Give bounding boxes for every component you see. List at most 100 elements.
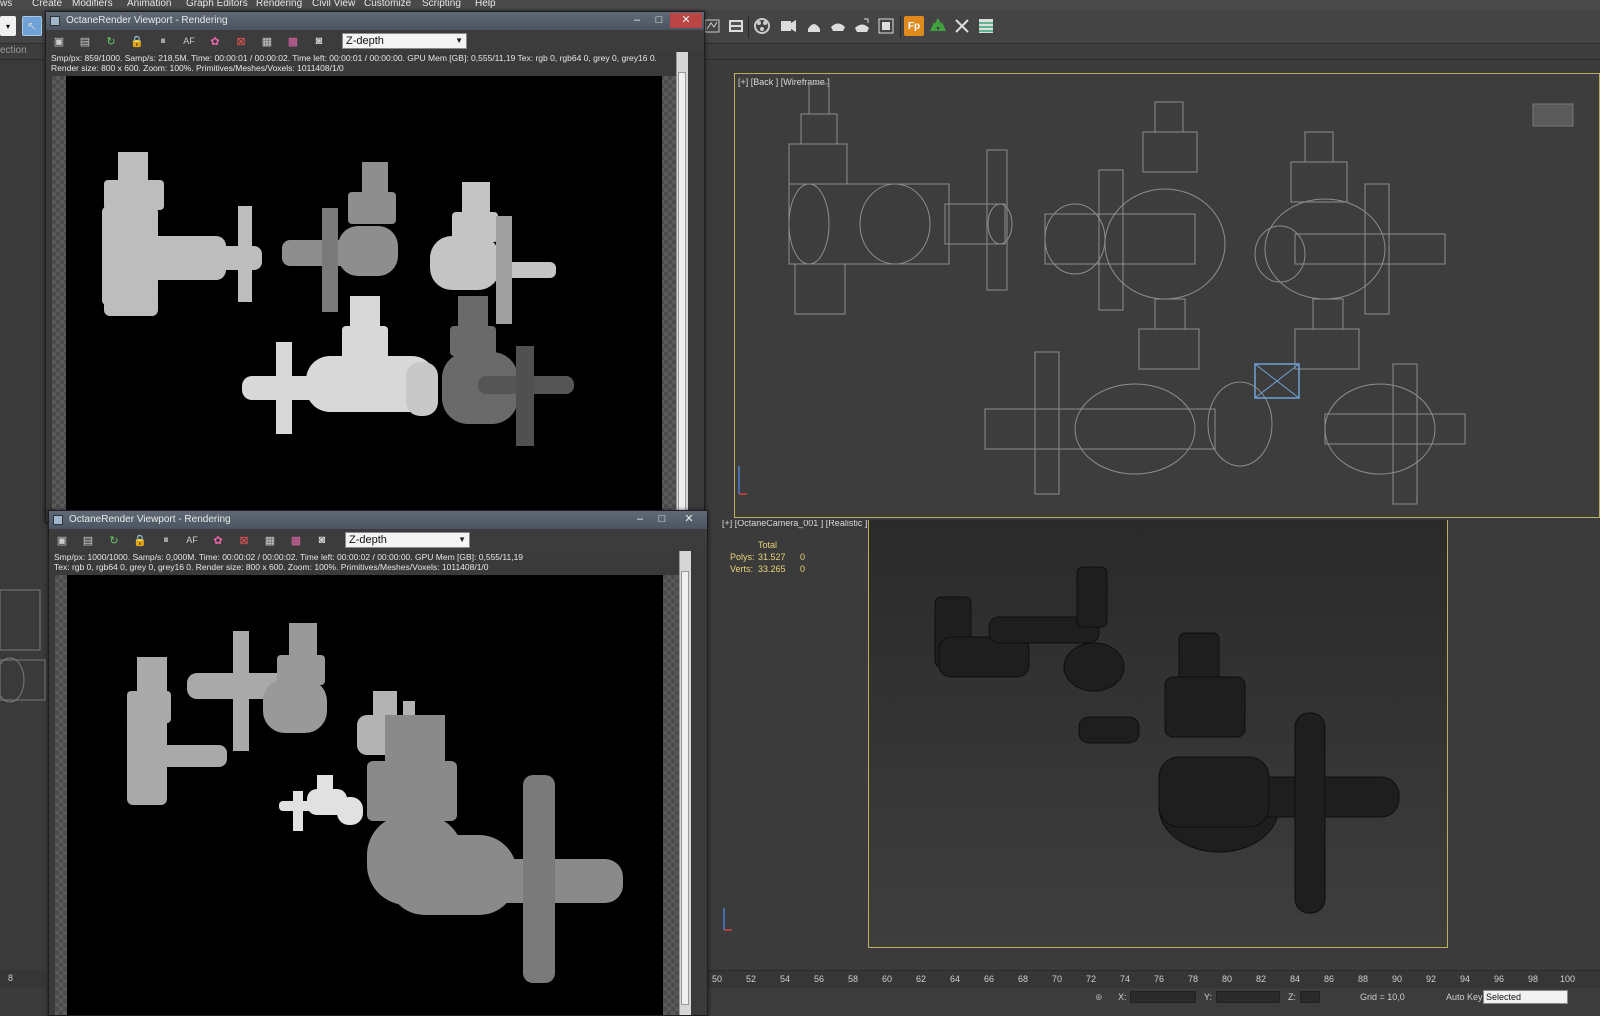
timeline-tick: 58 bbox=[848, 974, 859, 984]
menu-item-scripting[interactable]: Scripting bbox=[422, 0, 461, 9]
shaded-valves-scene bbox=[934, 566, 1400, 914]
curve-editor-icon[interactable] bbox=[702, 16, 722, 36]
timeline-tick: 70 bbox=[1052, 974, 1063, 984]
coord-z-field[interactable] bbox=[1300, 991, 1320, 1003]
restart-render-icon[interactable]: ↻ bbox=[103, 33, 119, 49]
tree-plugin-icon[interactable] bbox=[928, 16, 948, 36]
menu-item-ws[interactable]: ws bbox=[0, 0, 12, 9]
menu-item-rendering[interactable]: Rendering bbox=[256, 0, 302, 9]
timeline-tick: 74 bbox=[1120, 974, 1131, 984]
timeline-tick: 72 bbox=[1086, 974, 1097, 984]
viewcube-icon[interactable] bbox=[1532, 103, 1574, 127]
region-render-icon[interactable]: ⊠ bbox=[236, 532, 252, 548]
menu-item-civil-view[interactable]: Civil View bbox=[312, 0, 355, 9]
timeline-tick: 68 bbox=[1018, 974, 1029, 984]
focus-pick-icon[interactable]: AF bbox=[181, 33, 197, 49]
pause-icon[interactable]: ⏸ bbox=[155, 33, 171, 49]
coord-z-label: Z: bbox=[1288, 992, 1296, 1002]
camera-realistic-viewport[interactable]: [+] [OctaneCamera_001 ] [Realistic ] Tot… bbox=[710, 520, 1600, 970]
render-production-icon[interactable] bbox=[828, 16, 848, 36]
region-render-icon[interactable]: ⊠ bbox=[233, 33, 249, 49]
timeline-tick: 100 bbox=[1560, 974, 1576, 984]
render-kernel-select[interactable]: Z-depth ▼ bbox=[342, 33, 467, 49]
viewport-label[interactable]: [+] [OctaneCamera_001 ] [Realistic ] bbox=[722, 520, 867, 528]
verts-label: Verts: bbox=[730, 564, 754, 574]
key-filter-select[interactable]: Selected bbox=[1483, 990, 1568, 1004]
color-picker-icon[interactable]: ✿ bbox=[207, 33, 223, 49]
menu-item-create[interactable]: Create bbox=[32, 0, 62, 9]
octane-viewport-window-top[interactable]: OctaneRender Viewport - Rendering – □ ✕ … bbox=[45, 11, 705, 523]
camera-icon[interactable]: ◙ bbox=[311, 33, 327, 49]
maximize-button[interactable]: □ bbox=[648, 13, 670, 28]
minimize-button[interactable]: – bbox=[626, 13, 648, 28]
menu-item-help[interactable]: Help bbox=[475, 0, 496, 9]
copy-render-icon[interactable]: ▤ bbox=[80, 532, 96, 548]
settings-icon[interactable]: ▦ bbox=[259, 33, 275, 49]
octane-app-icon bbox=[50, 16, 60, 26]
close-button[interactable]: ✕ bbox=[670, 13, 702, 28]
close-button[interactable]: ✕ bbox=[673, 512, 705, 527]
octane-toolbar: ▣ ▤ ↻ 🔒 ⏸ AF ✿ ⊠ ▦ ▩ ◙ Z-depth ▼ bbox=[46, 30, 704, 52]
window-title-bar[interactable]: OctaneRender Viewport - Rendering – □ ✕ bbox=[46, 12, 704, 30]
render-setup-icon[interactable] bbox=[778, 16, 798, 36]
spreadsheet-icon[interactable] bbox=[976, 16, 996, 36]
render-kernel-value: Z-depth bbox=[349, 534, 387, 546]
octane-app-icon bbox=[53, 515, 63, 525]
timeline-tick: 54 bbox=[780, 974, 791, 984]
timeline-left[interactable]: 8 bbox=[0, 970, 45, 988]
window-title-bar[interactable]: OctaneRender Viewport - Rendering – □ ✕ bbox=[49, 511, 707, 529]
camera-icon[interactable]: ◙ bbox=[314, 532, 330, 548]
material-editor-icon[interactable] bbox=[752, 16, 772, 36]
render-status: Smp/px: 1000/1000. Samp/s: 0,000M. Time:… bbox=[49, 551, 707, 575]
auto-key-button[interactable]: Auto Key bbox=[1446, 992, 1483, 1002]
menu-item-customize[interactable]: Customize bbox=[364, 0, 411, 9]
focus-pick-icon[interactable]: AF bbox=[184, 532, 200, 548]
restart-render-icon[interactable]: ↻ bbox=[106, 532, 122, 548]
menu-item-graph-editors[interactable]: Graph Editors bbox=[186, 0, 248, 9]
lock-selection-icon[interactable]: ⊕ bbox=[1095, 992, 1103, 1003]
back-wireframe-viewport[interactable]: [+] [Back ] [Wireframe ] bbox=[734, 73, 1600, 518]
selection-dropdown[interactable]: ▾ bbox=[0, 16, 16, 36]
window-title: OctaneRender Viewport - Rendering bbox=[66, 15, 228, 26]
timeline[interactable]: 50 52 54 56 58 60 62 64 66 68 70 72 74 7… bbox=[700, 970, 1600, 988]
render-kernel-select[interactable]: Z-depth ▼ bbox=[345, 532, 470, 548]
render-output-zdepth[interactable] bbox=[66, 76, 662, 522]
active-shade-icon[interactable] bbox=[876, 16, 896, 36]
color-picker-icon[interactable]: ✿ bbox=[210, 532, 226, 548]
axis-gizmo-icon bbox=[723, 908, 732, 931]
status-line-1: Smp/px: 859/1000. Samp/s: 218,5M. Time: … bbox=[51, 53, 657, 63]
render-output-zdepth[interactable] bbox=[67, 575, 663, 1015]
timeline-tick: 80 bbox=[1222, 974, 1233, 984]
film-icon[interactable]: ▩ bbox=[288, 532, 304, 548]
menu-item-modifiers[interactable]: Modifiers bbox=[72, 0, 113, 9]
lock-icon[interactable]: 🔒 bbox=[129, 33, 145, 49]
polys-extra: 0 bbox=[800, 552, 806, 562]
copy-render-icon[interactable]: ▤ bbox=[77, 33, 93, 49]
coord-x-field[interactable] bbox=[1130, 991, 1196, 1003]
timeline-tick: 76 bbox=[1154, 974, 1165, 984]
save-render-icon[interactable]: ▣ bbox=[54, 532, 70, 548]
minimize-button[interactable]: – bbox=[629, 512, 651, 527]
tools-icon[interactable] bbox=[952, 16, 972, 36]
polys-label: Polys: bbox=[730, 552, 755, 562]
rendered-frame-window-icon[interactable] bbox=[804, 16, 824, 36]
timeline-tick: 8 bbox=[8, 973, 14, 983]
select-object-icon[interactable]: ↖ bbox=[22, 16, 42, 36]
save-render-icon[interactable]: ▣ bbox=[51, 33, 67, 49]
pause-icon[interactable]: ⏸ bbox=[158, 532, 174, 548]
settings-icon[interactable]: ▦ bbox=[262, 532, 278, 548]
film-icon[interactable]: ▩ bbox=[285, 33, 301, 49]
render-iterative-icon[interactable] bbox=[852, 16, 872, 36]
vertical-scrollbar[interactable] bbox=[679, 551, 691, 1015]
timeline-tick: 86 bbox=[1324, 974, 1335, 984]
menu-item-animation[interactable]: Animation bbox=[127, 0, 171, 9]
octane-viewport-window-bottom[interactable]: OctaneRender Viewport - Rendering – □ ✕ … bbox=[48, 510, 708, 1016]
coord-y-field[interactable] bbox=[1216, 991, 1280, 1003]
lock-icon[interactable]: 🔒 bbox=[132, 532, 148, 548]
schematic-view-icon[interactable] bbox=[726, 16, 746, 36]
verts-extra: 0 bbox=[800, 564, 806, 574]
fp-plugin-icon[interactable]: Fp bbox=[904, 16, 924, 36]
vertical-scrollbar[interactable] bbox=[676, 52, 688, 522]
status-line-2: Tex: rgb 0, rgb64 0, grey 0, grey16 0. R… bbox=[54, 562, 489, 572]
maximize-button[interactable]: □ bbox=[651, 512, 673, 527]
